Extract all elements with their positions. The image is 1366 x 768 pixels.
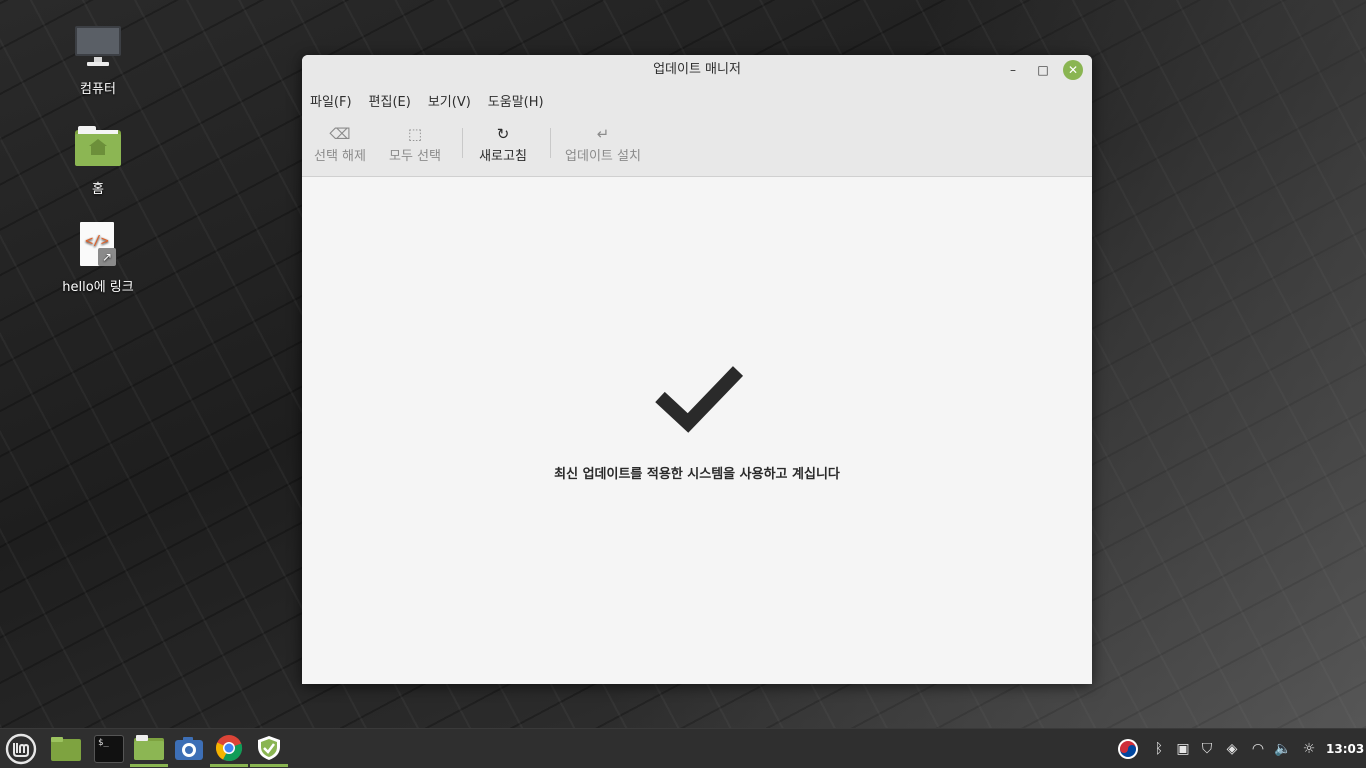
toolbar-separator [462, 128, 463, 158]
minimize-button[interactable]: – [1003, 60, 1023, 80]
toolbar-label: 새로고침 [479, 149, 527, 164]
select-all-icon: ⬚ [407, 125, 423, 143]
input-method-button[interactable] [1117, 729, 1139, 768]
terminal-button[interactable]: $_ [90, 731, 128, 767]
select-all-button[interactable]: ⬚ 모두 선택 [386, 123, 444, 164]
brightness-icon: ☼ [1302, 741, 1316, 757]
link-arrow-icon: ↗ [98, 248, 116, 266]
volume-button[interactable]: 🔈 [1272, 729, 1294, 768]
nvidia-icon: ◈ [1226, 741, 1238, 757]
desktop-icon-label: 홈 [92, 182, 104, 197]
clipboard-button[interactable]: ▣ [1172, 729, 1194, 768]
toolbar-label: 모두 선택 [389, 149, 441, 164]
refresh-icon: ↻ [496, 125, 510, 143]
network-button[interactable]: ◠ [1247, 729, 1269, 768]
checkmark-icon [655, 366, 744, 433]
volume-icon: 🔈 [1274, 741, 1292, 757]
chrome-button[interactable] [210, 731, 248, 767]
mint-menu-icon [5, 733, 37, 765]
shield-icon: ⛉ [1201, 741, 1213, 757]
menu-edit[interactable]: 편집(E) [369, 91, 411, 110]
install-updates-button[interactable]: ↵ 업데이트 설치 [562, 123, 644, 164]
screenshot-icon [175, 737, 203, 760]
update-manager-window: 업데이트 매니저 – □ ✕ 파일(F) 편집(E) 보기(V) 도움말(H) … [302, 55, 1092, 684]
brightness-button[interactable]: ☼ [1298, 729, 1320, 768]
toolbar-label: 업데이트 설치 [565, 149, 641, 164]
maximize-button[interactable]: □ [1033, 60, 1053, 80]
input-method-icon [1118, 739, 1138, 759]
screenshot-button[interactable] [170, 731, 208, 767]
clipboard-icon: ▣ [1176, 741, 1190, 757]
html-file-link-icon: </> ↗ [74, 222, 122, 270]
monitor-icon [74, 24, 122, 72]
desktop-icon-label: 컴퓨터 [80, 82, 116, 97]
install-updates-icon: ↵ [596, 125, 610, 143]
up-to-date-message: 최신 업데이트를 적용한 시스템을 사용하고 계십니다 [554, 467, 840, 482]
file-manager-icon [134, 734, 164, 760]
menu-file[interactable]: 파일(F) [310, 91, 352, 110]
close-button[interactable]: ✕ [1063, 60, 1083, 80]
code-glyph: </> [85, 234, 109, 249]
show-desktop-button[interactable] [47, 731, 85, 767]
bluetooth-icon: ᛒ [1154, 741, 1164, 757]
desktop-icon-home[interactable]: 홈 [43, 124, 153, 197]
clear-selection-button[interactable]: ⌫ 선택 해제 [312, 123, 368, 164]
desktop-icon-hello-link[interactable]: </> ↗ hello에 링크 [43, 222, 153, 295]
chrome-icon [215, 734, 243, 761]
menu-bar: 파일(F) 편집(E) 보기(V) 도움말(H) [302, 85, 1092, 115]
update-shield-button[interactable]: ⛉ [1196, 729, 1218, 768]
nvidia-button[interactable]: ◈ [1221, 729, 1243, 768]
terminal-icon: $_ [94, 735, 124, 763]
update-manager-button[interactable] [250, 731, 288, 767]
bluetooth-button[interactable]: ᛒ [1148, 729, 1170, 768]
menu-view[interactable]: 보기(V) [428, 91, 471, 110]
refresh-button[interactable]: ↻ 새로고침 [476, 123, 530, 164]
toolbar-label: 선택 해제 [314, 149, 366, 164]
toolbar-separator [550, 128, 551, 158]
taskbar: $_ ᛒ ▣ ⛉ ◈ ◠ 🔈 ☼ 13:03 [0, 728, 1366, 768]
clock[interactable]: 13:03 [1326, 729, 1364, 768]
update-list-area: 최신 업데이트를 적용한 시스템을 사용하고 계십니다 [302, 177, 1092, 684]
show-desktop-icon [51, 737, 81, 761]
update-manager-icon [258, 735, 280, 760]
menu-help[interactable]: 도움말(H) [488, 91, 544, 110]
clear-selection-icon: ⌫ [329, 125, 351, 143]
toolbar: ⌫ 선택 해제 ⬚ 모두 선택 ↻ 새로고침 ↵ 업데이트 설치 [302, 115, 1092, 177]
desktop-icon-computer[interactable]: 컴퓨터 [43, 24, 153, 97]
home-folder-icon [74, 124, 122, 172]
desktop-icon-label: hello에 링크 [62, 280, 134, 295]
wifi-icon: ◠ [1251, 741, 1265, 757]
mint-menu-button[interactable] [2, 731, 40, 767]
window-title: 업데이트 매니저 [653, 62, 741, 77]
window-titlebar[interactable]: 업데이트 매니저 – □ ✕ [302, 55, 1092, 85]
file-manager-button[interactable] [130, 731, 168, 767]
